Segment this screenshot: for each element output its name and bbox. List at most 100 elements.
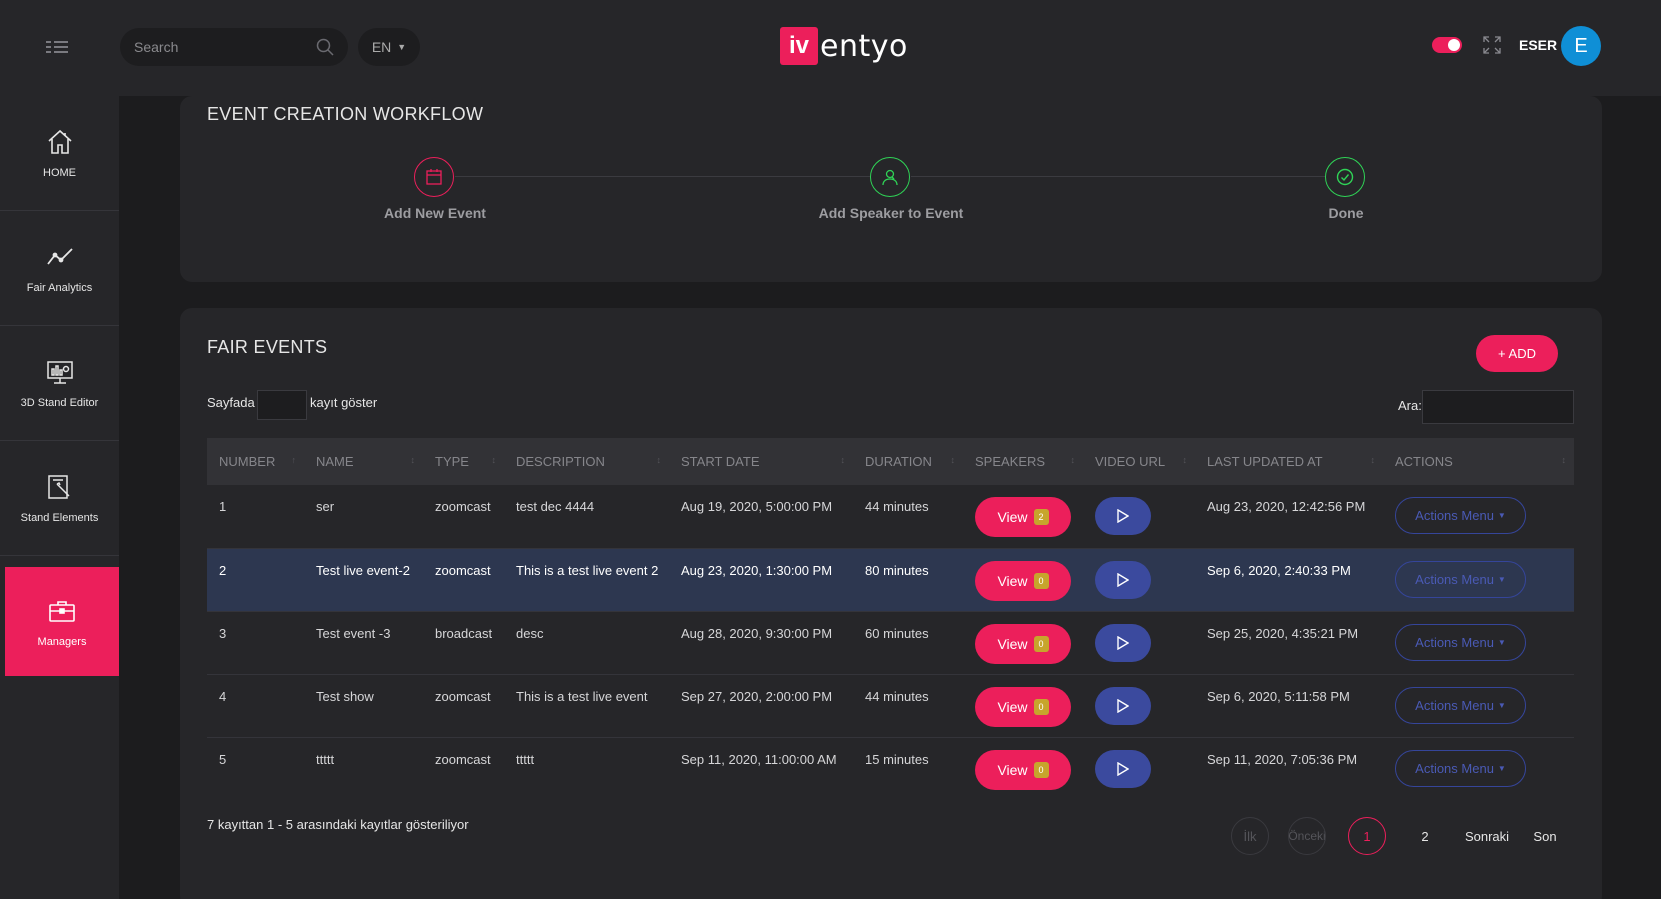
table-row[interactable]: 1 ser zoomcast test dec 4444 Aug 19, 202… (207, 485, 1574, 548)
view-label: View (997, 698, 1028, 715)
add-event-button[interactable]: + ADD (1476, 335, 1558, 372)
check-circle-icon (1336, 168, 1354, 186)
cell-last-updated: Sep 11, 2020, 7:05:36 PM (1207, 751, 1358, 767)
view-speakers-button[interactable]: View 0 (975, 749, 1071, 790)
avatar[interactable]: E (1561, 26, 1601, 66)
actions-menu-button[interactable]: Actions Menu ▼ (1395, 560, 1526, 598)
speaker-count-badge: 0 (1033, 572, 1049, 589)
table-row[interactable]: 5 ttttt zoomcast ttttt Sep 11, 2020, 11:… (207, 737, 1574, 800)
sort-icon: ↕ (840, 455, 846, 465)
column-header-last-updated[interactable]: LAST UPDATED AT ↕ (1195, 438, 1383, 485)
cell-name: Test live event-2 (316, 562, 410, 578)
play-video-button[interactable] (1095, 686, 1151, 725)
column-header-duration[interactable]: DURATION ↕ (853, 438, 963, 485)
view-label: View (997, 635, 1028, 652)
speaker-count-badge: 2 (1033, 509, 1049, 525)
pagination-page-1[interactable]: 1 (1348, 817, 1386, 855)
play-video-button[interactable] (1095, 623, 1151, 662)
pagination-next[interactable]: Sonraki (1462, 817, 1512, 855)
calendar-icon (426, 169, 442, 185)
page-length-select[interactable] (257, 390, 307, 420)
edit-icon (47, 475, 70, 499)
menu-toggle-icon[interactable] (44, 36, 72, 58)
actions-menu-button[interactable]: Actions Menu ▼ (1395, 623, 1526, 661)
column-header-start-date[interactable]: START DATE ↕ (669, 438, 853, 485)
cell-video-url (1083, 485, 1195, 548)
table-row[interactable]: 4 Test show zoomcast This is a test live… (207, 674, 1574, 737)
sort-icon: ↕ (656, 455, 662, 465)
workflow-step-done[interactable] (1325, 157, 1365, 197)
column-header-number[interactable]: NUMBER ↑ (207, 438, 304, 485)
workflow-step-add-speaker[interactable] (870, 157, 910, 197)
actions-label: Actions Menu (1415, 508, 1494, 523)
search-icon[interactable] (316, 38, 334, 61)
actions-menu-button[interactable]: Actions Menu ▼ (1395, 686, 1526, 724)
workflow-step-label: Add Speaker to Event (818, 205, 964, 221)
column-header-video-url[interactable]: VIDEO URL ↕ (1083, 438, 1195, 485)
pagination-page-2[interactable]: 2 (1414, 817, 1436, 855)
logo[interactable]: iv entyo (780, 26, 908, 66)
view-speakers-button[interactable]: View 0 (975, 560, 1071, 601)
play-video-button[interactable] (1095, 497, 1151, 535)
table-search-input[interactable] (1422, 390, 1574, 424)
table-row[interactable]: 3 Test event -3 broadcast desc Aug 28, 2… (207, 611, 1574, 674)
table-search-label: Ara: (1398, 398, 1422, 413)
sidebar-item-home[interactable]: HOME (0, 96, 119, 211)
table-row[interactable]: 2 Test live event-2 zoomcast This is a t… (207, 548, 1574, 611)
cell-speakers: View 0 (963, 737, 1083, 800)
column-header-description[interactable]: DESCRIPTION ↕ (504, 438, 669, 485)
column-header-type[interactable]: TYPE ↕ (423, 438, 504, 485)
cell-last-updated: Sep 25, 2020, 4:35:21 PM (1207, 625, 1359, 641)
sidebar-item-label: 3D Stand Editor (20, 397, 99, 409)
actions-label: Actions Menu (1415, 760, 1494, 776)
sidebar: HOME Fair Analytics 3D Stand Editor Stan… (0, 96, 119, 899)
cell-start-date: Aug 19, 2020, 5:00:00 PM (681, 499, 833, 514)
cell-start-date: Aug 28, 2020, 9:30:00 PM (681, 625, 833, 641)
theme-toggle[interactable] (1432, 37, 1462, 53)
cell-video-url (1083, 674, 1195, 737)
actions-label: Actions Menu (1415, 697, 1494, 713)
pagination-last[interactable]: Son (1530, 817, 1560, 855)
column-header-actions[interactable]: ACTIONS ↕ (1383, 438, 1574, 485)
search-input[interactable] (134, 39, 304, 55)
sidebar-item-3d-stand-editor[interactable]: 3D Stand Editor (0, 326, 119, 441)
play-video-button[interactable] (1095, 749, 1151, 788)
cell-video-url (1083, 611, 1195, 674)
cell-number: 1 (219, 499, 227, 514)
sidebar-item-fair-analytics[interactable]: Fair Analytics (0, 211, 119, 326)
sort-icon: ↕ (1070, 455, 1076, 465)
actions-menu-button[interactable]: Actions Menu ▼ (1395, 497, 1526, 534)
briefcase-icon (49, 600, 75, 622)
cell-duration: 15 minutes (865, 751, 929, 767)
column-header-speakers[interactable]: SPEAKERS ↕ (963, 438, 1083, 485)
play-icon (1117, 572, 1129, 587)
language-dropdown[interactable]: EN ▼ (358, 28, 420, 66)
search-box (120, 28, 348, 66)
logo-box: iv (780, 27, 818, 65)
chevron-down-icon: ▼ (397, 42, 407, 52)
column-header-label: ACTIONS (1395, 454, 1453, 469)
table-info: 7 kayıttan 1 - 5 arasındaki kayıtlar gös… (207, 817, 469, 832)
sort-icon: ↕ (1182, 455, 1188, 465)
cell-speakers: View 2 (963, 485, 1083, 548)
workflow-step-label: Add New Event (384, 205, 486, 221)
view-speakers-button[interactable]: View 2 (975, 497, 1071, 537)
workflow-step-add-event[interactable] (414, 157, 454, 197)
cell-video-url (1083, 548, 1195, 611)
sidebar-item-managers[interactable]: Managers (5, 567, 119, 676)
column-header-label: NAME (316, 454, 354, 469)
pagination-prev[interactable]: Önceki (1288, 817, 1326, 855)
cell-start-date: Sep 27, 2020, 2:00:00 PM (681, 688, 833, 704)
play-video-button[interactable] (1095, 560, 1151, 599)
cell-actions: Actions Menu ▼ (1383, 485, 1574, 548)
fair-events-title: FAIR EVENTS (207, 337, 328, 357)
username[interactable]: ESER (1519, 37, 1557, 53)
actions-menu-button[interactable]: Actions Menu ▼ (1395, 749, 1526, 787)
view-speakers-button[interactable]: View 0 (975, 623, 1071, 664)
fullscreen-icon[interactable] (1482, 35, 1502, 55)
pagination-first[interactable]: İlk (1231, 817, 1269, 855)
play-icon (1117, 509, 1129, 523)
sidebar-item-stand-elements[interactable]: Stand Elements (0, 441, 119, 556)
view-speakers-button[interactable]: View 0 (975, 686, 1071, 727)
column-header-name[interactable]: NAME ↕ (304, 438, 423, 485)
